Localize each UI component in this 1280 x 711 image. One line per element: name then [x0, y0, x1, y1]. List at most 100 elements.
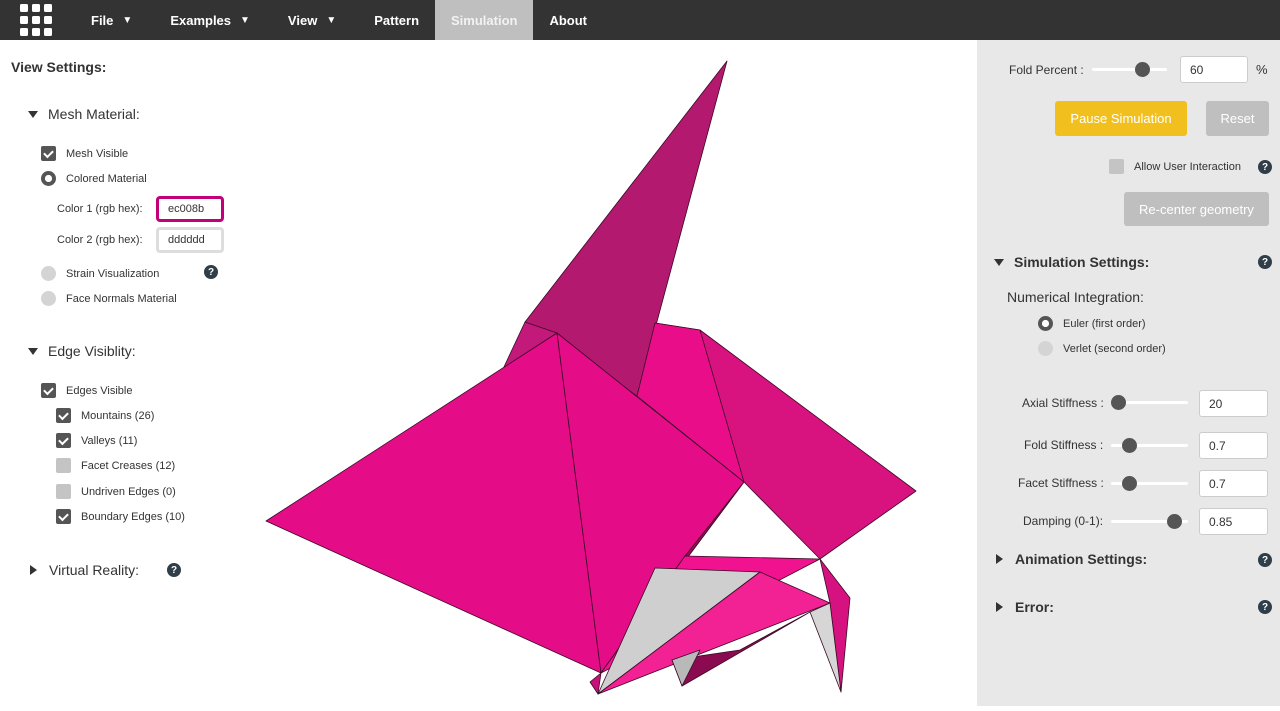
- undriven-edges-option[interactable]: Undriven Edges (0): [56, 484, 176, 499]
- numerical-integration-label: Numerical Integration:: [1007, 289, 1144, 305]
- view-settings-panel: View Settings: Mesh Material: Mesh Visib…: [0, 40, 260, 706]
- view-settings-title: View Settings:: [11, 59, 107, 75]
- euler-radio[interactable]: [1038, 316, 1053, 331]
- animation-settings-toggle[interactable]: Animation Settings:: [996, 551, 1147, 567]
- animation-settings-help-icon[interactable]: ?: [1258, 553, 1272, 567]
- simulation-settings-help-icon[interactable]: ?: [1258, 255, 1272, 269]
- facet-stiffness-label: Facet Stiffness :: [1018, 476, 1104, 490]
- fold-stiffness-input[interactable]: 0.7: [1199, 432, 1268, 459]
- color1-label: Color 1 (rgb hex):: [57, 203, 143, 215]
- fold-stiffness-label: Fold Stiffness :: [1024, 438, 1104, 452]
- axial-stiffness-input[interactable]: 20: [1199, 390, 1268, 417]
- facet-creases-checkbox[interactable]: [56, 458, 71, 473]
- fold-stiffness-slider[interactable]: [1111, 438, 1188, 453]
- nav-tab-about[interactable]: About: [533, 0, 603, 40]
- edge-visibility-toggle[interactable]: Edge Visiblity:: [28, 343, 136, 359]
- nav-tab-simulation[interactable]: Simulation: [435, 0, 534, 40]
- reset-button[interactable]: Reset: [1206, 101, 1269, 136]
- slider-thumb[interactable]: [1122, 476, 1137, 491]
- triangle-right-icon: [30, 565, 37, 575]
- verlet-option[interactable]: Verlet (second order): [1038, 341, 1166, 356]
- vr-help-icon[interactable]: ?: [167, 563, 181, 577]
- valleys-option[interactable]: Valleys (11): [56, 433, 137, 448]
- mountains-option[interactable]: Mountains (26): [56, 408, 154, 423]
- damping-input[interactable]: 0.85: [1199, 508, 1268, 535]
- origami-crane-model[interactable]: [260, 40, 977, 706]
- simulation-settings-toggle[interactable]: Simulation Settings:: [994, 254, 1149, 270]
- allow-user-interaction-checkbox[interactable]: [1109, 159, 1124, 174]
- interaction-help-icon[interactable]: ?: [1258, 160, 1272, 174]
- top-navbar: File ▼ Examples ▼ View ▼ Pattern Simulat…: [0, 0, 1280, 40]
- strain-visualization-radio[interactable]: [41, 266, 56, 281]
- edges-visible-checkbox[interactable]: [41, 383, 56, 398]
- nav-view-label: View: [287, 12, 318, 28]
- fold-percent-input[interactable]: 60: [1180, 56, 1248, 83]
- slider-thumb[interactable]: [1135, 62, 1150, 77]
- virtual-reality-toggle[interactable]: Virtual Reality:: [30, 562, 139, 578]
- colored-material-option[interactable]: Colored Material: [41, 171, 147, 186]
- slider-thumb[interactable]: [1111, 395, 1126, 410]
- boundary-edges-checkbox[interactable]: [56, 509, 71, 524]
- undriven-edges-checkbox[interactable]: [56, 484, 71, 499]
- nav-menu-examples[interactable]: Examples ▼: [151, 0, 269, 40]
- simulation-viewport[interactable]: [260, 40, 977, 706]
- edges-visible-option[interactable]: Edges Visible: [41, 383, 132, 398]
- caret-down-icon: ▼: [240, 14, 250, 26]
- allow-user-interaction-label: Allow User Interaction: [1134, 160, 1241, 173]
- axial-stiffness-label: Axial Stiffness :: [1022, 396, 1104, 410]
- face-normals-radio[interactable]: [41, 291, 56, 306]
- nav-tab-pattern[interactable]: Pattern: [355, 0, 435, 40]
- pause-simulation-button[interactable]: Pause Simulation: [1055, 101, 1187, 136]
- damping-value: 0.85: [1209, 514, 1233, 529]
- axial-stiffness-slider[interactable]: [1111, 395, 1188, 410]
- colored-material-label: Colored Material: [66, 172, 147, 185]
- strain-visualization-label: Strain Visualization: [66, 267, 160, 280]
- slider-thumb[interactable]: [1167, 514, 1182, 529]
- valleys-label: Valleys (11): [81, 434, 138, 447]
- nav-menu-view[interactable]: View ▼: [269, 0, 355, 40]
- facet-creases-label: Facet Creases (12): [81, 459, 176, 472]
- damping-label: Damping (0-1):: [1023, 514, 1104, 528]
- colored-material-radio[interactable]: [41, 171, 56, 186]
- nav-menu-file[interactable]: File ▼: [72, 0, 151, 40]
- verlet-radio[interactable]: [1038, 341, 1053, 356]
- error-heading: Error:: [1015, 599, 1054, 615]
- boundary-edges-label: Boundary Edges (10): [81, 510, 185, 523]
- strain-visualization-option[interactable]: Strain Visualization: [41, 266, 159, 281]
- mesh-visible-option[interactable]: Mesh Visible: [41, 146, 128, 161]
- simulation-controls-panel: Fold Percent : 60 % Pause Simulation Res…: [977, 40, 1280, 706]
- strain-help-icon[interactable]: ?: [204, 265, 218, 279]
- color1-input[interactable]: ec008b: [156, 196, 224, 222]
- fold-percent-label: Fold Percent :: [1009, 63, 1084, 77]
- euler-option[interactable]: Euler (first order): [1038, 316, 1146, 331]
- triangle-down-icon: [28, 347, 38, 355]
- boundary-edges-option[interactable]: Boundary Edges (10): [56, 509, 185, 524]
- damping-slider[interactable]: [1111, 514, 1188, 529]
- fold-percent-slider[interactable]: [1092, 62, 1167, 77]
- facet-stiffness-slider[interactable]: [1111, 476, 1188, 491]
- mesh-material-heading: Mesh Material:: [48, 106, 140, 122]
- color2-label: Color 2 (rgb hex):: [57, 234, 143, 246]
- mountains-checkbox[interactable]: [56, 408, 71, 423]
- valleys-checkbox[interactable]: [56, 433, 71, 448]
- triangle-right-icon: [996, 602, 1003, 612]
- edges-visible-label: Edges Visible: [66, 384, 133, 397]
- facet-stiffness-input[interactable]: 0.7: [1199, 470, 1268, 497]
- color2-input[interactable]: dddddd: [156, 227, 224, 253]
- face-normals-option[interactable]: Face Normals Material: [41, 291, 177, 306]
- nav-simulation-label: Simulation: [451, 12, 518, 28]
- error-toggle[interactable]: Error:: [996, 599, 1054, 615]
- mesh-material-toggle[interactable]: Mesh Material:: [28, 106, 140, 122]
- recenter-geometry-button[interactable]: Re-center geometry: [1124, 192, 1269, 226]
- color1-value: ec008b: [168, 203, 205, 215]
- mesh-visible-checkbox[interactable]: [41, 146, 56, 161]
- color2-value: dddddd: [168, 234, 205, 246]
- slider-thumb[interactable]: [1122, 438, 1137, 453]
- mountains-label: Mountains (26): [81, 409, 155, 422]
- nav-examples-label: Examples: [170, 12, 232, 28]
- allow-user-interaction-option[interactable]: Allow User Interaction: [1109, 159, 1241, 174]
- nav-file-label: File: [91, 12, 114, 28]
- app-logo[interactable]: [0, 0, 72, 40]
- error-help-icon[interactable]: ?: [1258, 600, 1272, 614]
- facet-creases-option[interactable]: Facet Creases (12): [56, 458, 175, 473]
